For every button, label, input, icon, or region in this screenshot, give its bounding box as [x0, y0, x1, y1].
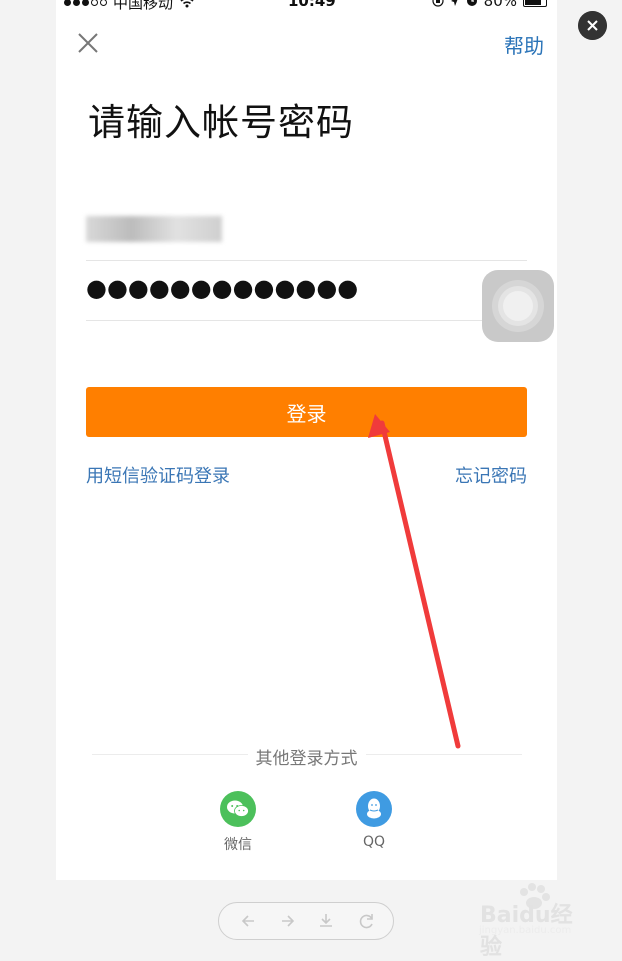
dismiss-overlay-icon[interactable]	[578, 11, 607, 40]
signal-dot	[73, 0, 80, 6]
login-screen: 中国移动 10:49 80% 帮助 请输入帐号密码 ●●●●●●●●●●●●● …	[56, 0, 557, 880]
sms-login-link[interactable]: 用短信验证码登录	[86, 462, 230, 488]
signal-icon	[64, 0, 107, 6]
qq-login-button[interactable]: QQ	[349, 791, 399, 850]
wechat-label: 微信	[224, 837, 252, 853]
forward-icon[interactable]	[277, 911, 297, 931]
status-bar: 中国移动 10:49 80%	[56, 0, 557, 12]
assistive-touch-button[interactable]	[482, 270, 554, 342]
browser-navigation-bar	[218, 902, 394, 940]
signal-dot-empty	[91, 0, 98, 6]
login-button[interactable]: 登录	[86, 387, 527, 437]
qq-icon	[356, 791, 392, 827]
battery-fill	[525, 0, 541, 5]
other-login-title: 其他登录方式	[56, 744, 557, 769]
refresh-icon[interactable]	[357, 911, 377, 931]
wifi-icon	[180, 0, 194, 7]
lock-rotation-icon	[432, 0, 444, 7]
wechat-login-button[interactable]: 微信	[213, 791, 263, 854]
close-icon[interactable]	[76, 31, 100, 55]
help-link[interactable]: 帮助	[504, 30, 544, 59]
location-icon	[450, 0, 458, 6]
battery-icon	[523, 0, 547, 7]
password-input[interactable]: ●●●●●●●●●●●●●	[86, 266, 527, 321]
account-value-blurred	[86, 216, 222, 242]
back-icon[interactable]	[239, 911, 259, 931]
account-input[interactable]	[86, 206, 527, 261]
page-title: 请输入帐号密码	[88, 101, 354, 144]
other-login-title-text: 其他登录方式	[247, 749, 366, 769]
download-icon[interactable]	[316, 911, 336, 931]
password-value: ●●●●●●●●●●●●●	[86, 274, 359, 302]
battery-percent: 80%	[483, 0, 517, 10]
signal-dot-empty	[100, 0, 107, 6]
status-left: 中国移动	[64, 0, 195, 13]
assistive-touch-center	[503, 291, 533, 321]
wechat-icon	[220, 791, 256, 827]
baidu-jingyan-watermark: Baidu经验 jingyan.baidu.com	[474, 883, 594, 960]
status-right: 80%	[432, 0, 547, 10]
qq-label: QQ	[362, 834, 386, 850]
alarm-icon	[466, 0, 477, 6]
watermark-url: jingyan.baidu.com	[479, 925, 572, 936]
forgot-password-link[interactable]: 忘记密码	[455, 462, 527, 488]
carrier-label: 中国移动	[113, 0, 174, 12]
signal-dot	[82, 0, 89, 6]
status-time: 10:49	[288, 0, 336, 10]
signal-dot	[64, 0, 71, 6]
